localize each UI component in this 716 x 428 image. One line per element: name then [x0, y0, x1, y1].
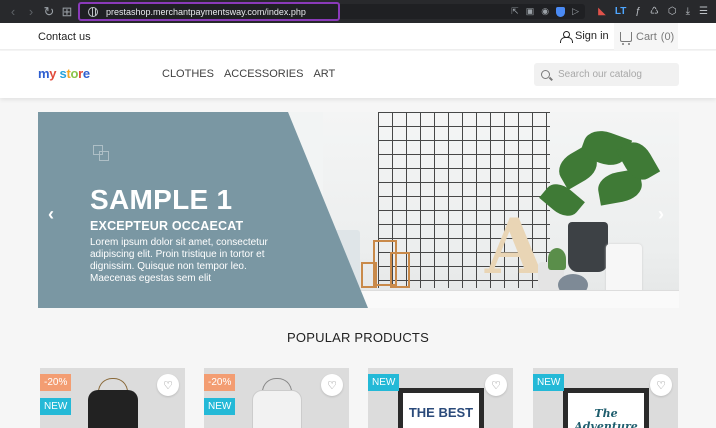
recycle-icon[interactable]: ♺ — [650, 6, 659, 17]
forward-icon[interactable]: › — [22, 0, 40, 23]
menu-icon[interactable]: ☰ — [699, 6, 708, 17]
product-image[interactable]: THE BEST — [398, 388, 484, 428]
new-badge: NEW — [533, 374, 565, 391]
product-card[interactable]: -20% NEW ♡ — [40, 368, 185, 428]
password-icon[interactable]: ◉ — [541, 6, 549, 17]
main-header: my store CLOTHES ACCESSORIES ART — [0, 51, 716, 98]
search-input[interactable] — [558, 69, 668, 80]
product-image[interactable] — [88, 390, 138, 428]
search-icon[interactable] — [541, 70, 550, 79]
slide-lantern — [390, 252, 410, 288]
product-image[interactable]: The Adventure — [563, 388, 649, 428]
slide-shelf — [328, 290, 679, 308]
slide-plant-pot — [568, 222, 608, 272]
reload-icon[interactable]: ↻ — [40, 0, 58, 23]
product-image[interactable] — [252, 390, 302, 428]
camera-icon[interactable]: ▣ — [526, 6, 535, 17]
slide-logo-icon — [93, 145, 109, 161]
user-icon — [560, 30, 573, 43]
favorite-heart-icon[interactable]: ♡ — [485, 374, 507, 396]
slide-letter-decor: A — [485, 202, 544, 291]
brave-shield-icon[interactable] — [556, 6, 566, 17]
search-box — [534, 63, 679, 86]
address-url: prestashop.merchantpaymentsway.com/index… — [106, 6, 306, 17]
share-icon[interactable]: ⇱ — [511, 6, 519, 17]
new-badge: NEW — [368, 374, 400, 391]
new-badge: NEW — [40, 398, 72, 415]
art-print-text: THE BEST — [408, 405, 474, 420]
popular-products-title: POPULAR PRODUCTS — [287, 330, 429, 345]
favorite-heart-icon[interactable]: ♡ — [650, 374, 672, 396]
slider-prev-icon[interactable]: ‹ — [48, 204, 54, 225]
slide-text: Lorem ipsum dolor sit amet, consectetur … — [90, 237, 268, 284]
extension-alert-icon[interactable]: ◣ — [598, 6, 606, 17]
back-icon[interactable]: ‹ — [4, 0, 22, 23]
send-icon[interactable]: ▷ — [572, 6, 579, 17]
favorite-heart-icon[interactable]: ♡ — [321, 374, 343, 396]
address-bar-actions: ⇱ ▣ ◉ ▷ — [340, 4, 585, 19]
languagetool-icon[interactable]: LT — [615, 6, 626, 17]
product-card[interactable]: The Adventure NEW ♡ — [533, 368, 678, 428]
hero-slider: A SAMPLE 1 EXCEPTEUR OCCAECAT Lorem ipsu… — [38, 112, 679, 308]
formula-icon[interactable]: ƒ — [635, 6, 641, 17]
art-print-text: The Adventure — [574, 407, 638, 428]
menu-item-art[interactable]: ART — [313, 68, 335, 80]
slider-next-icon[interactable]: › — [658, 204, 664, 225]
favorite-heart-icon[interactable]: ♡ — [157, 374, 179, 396]
slide-lantern — [361, 262, 377, 288]
contact-link[interactable]: Contact us — [38, 31, 91, 43]
tab-grid-icon[interactable]: ⊞ — [58, 0, 76, 23]
cube-icon[interactable]: ⬡ — [668, 6, 677, 17]
top-nav: Contact us Sign in Cart (0) — [0, 23, 716, 50]
slide-candle — [606, 244, 642, 294]
product-card[interactable]: THE BEST NEW ♡ — [368, 368, 513, 428]
globe-icon — [88, 6, 98, 17]
discount-badge: -20% — [40, 374, 72, 391]
slide-cactus — [548, 248, 566, 270]
menu-item-accessories[interactable]: ACCESSORIES — [224, 68, 303, 80]
main-menu: CLOTHES ACCESSORIES ART — [162, 68, 335, 80]
cart-count: (0) — [660, 30, 675, 43]
address-bar[interactable]: prestashop.merchantpaymentsway.com/index… — [78, 2, 340, 21]
slide-subtitle: EXCEPTEUR OCCAECAT — [90, 219, 244, 233]
extension-icons: ◣ LT ƒ ♺ ⬡ ⤓ ☰ — [598, 0, 708, 23]
sign-in-link[interactable]: Sign in — [560, 30, 609, 43]
store-logo[interactable]: my store — [38, 66, 90, 81]
download-icon[interactable]: ⤓ — [686, 6, 690, 17]
slide-title: SAMPLE 1 — [90, 184, 233, 215]
product-card[interactable]: -20% NEW ♡ — [204, 368, 349, 428]
sign-in-label: Sign in — [575, 30, 609, 42]
discount-badge: -20% — [204, 374, 236, 391]
new-badge: NEW — [204, 398, 236, 415]
cart-label: Cart — [636, 30, 657, 43]
menu-item-clothes[interactable]: CLOTHES — [162, 68, 214, 80]
cart-icon — [620, 31, 632, 45]
cart-button[interactable]: Cart (0) — [614, 23, 678, 50]
